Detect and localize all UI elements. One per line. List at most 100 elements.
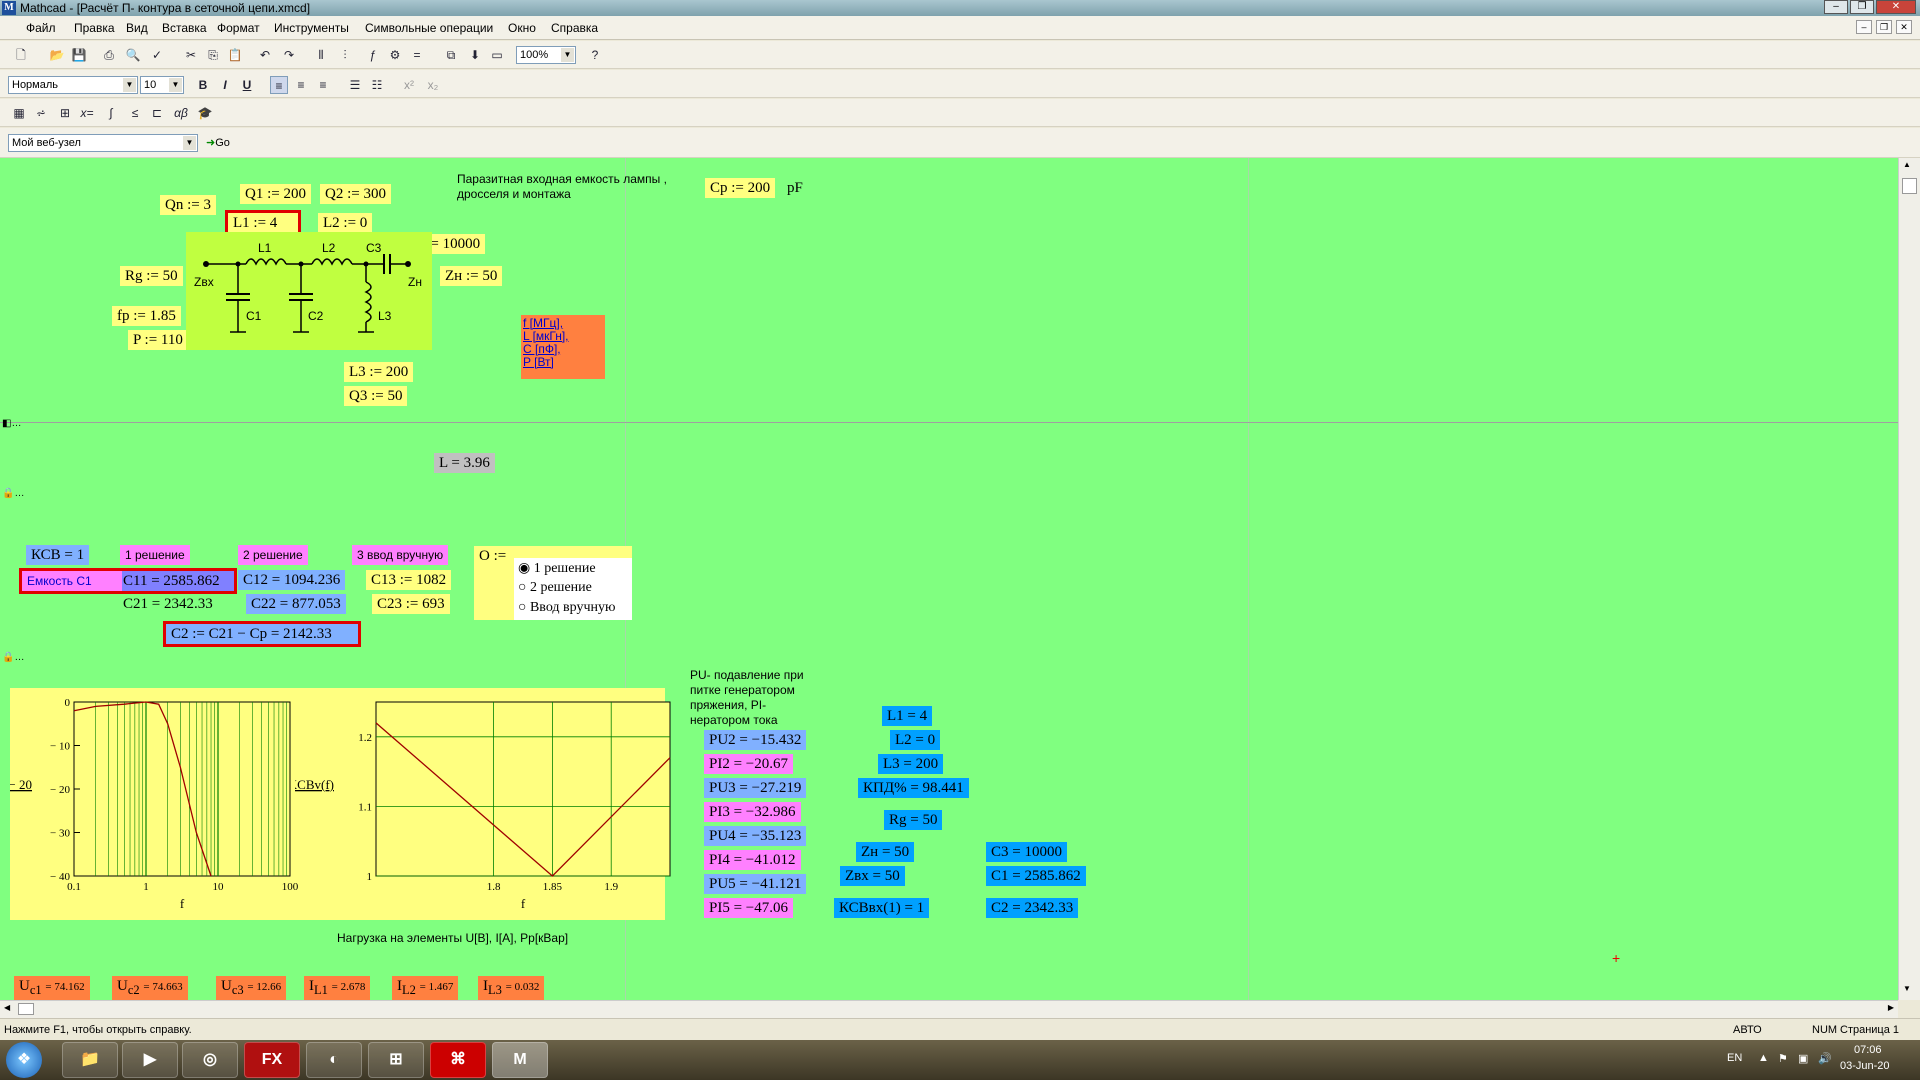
taskbar-acrobat-icon[interactable]: ⌘ xyxy=(430,1042,486,1078)
restore-button[interactable]: ❐ xyxy=(1850,0,1874,14)
c2-definition[interactable]: C2 := C21 − Cp = 2142.33 xyxy=(163,621,361,647)
tray-show-hidden-icon[interactable]: ▲ xyxy=(1758,1052,1769,1064)
load-uc2[interactable]: Uc2 = 74.663 xyxy=(112,976,188,1000)
pu3-result[interactable]: PU3 = −27.219 xyxy=(704,778,807,798)
align-left-icon[interactable]: ≡ xyxy=(270,76,288,94)
horizontal-scrollbar[interactable]: ◀ ▶ xyxy=(0,1000,1898,1018)
pi3-result[interactable]: PI3 = −32.986 xyxy=(704,802,801,822)
copy-icon[interactable]: ⎘ xyxy=(204,46,222,64)
new-icon[interactable]: 🗋 xyxy=(12,46,30,64)
rg-definition[interactable]: Rg := 50 xyxy=(120,266,183,286)
scroll-thumb[interactable] xyxy=(1902,178,1917,194)
c11-result[interactable]: C11 = 2585.862 xyxy=(118,571,225,591)
l1-definition[interactable]: L1 := 4 xyxy=(225,210,301,236)
evaluation-icon[interactable]: x= xyxy=(78,104,96,122)
menu-insert[interactable]: Вставка xyxy=(162,21,207,35)
pu2-result[interactable]: PU2 = −15.432 xyxy=(704,730,807,750)
fr-definition[interactable]: fp := 1.85 xyxy=(112,306,181,326)
taskbar-media-icon[interactable]: ▶ xyxy=(122,1042,178,1078)
lock-region-icon[interactable]: 🔒… xyxy=(2,652,24,664)
bold-button[interactable]: B xyxy=(194,76,212,94)
c13-definition[interactable]: C13 := 1082 xyxy=(366,570,452,590)
c21-result[interactable]: C21 = 2342.33 xyxy=(118,594,218,614)
load-uc1[interactable]: Uc1 = 74.162 xyxy=(14,976,90,1000)
radio-option-3[interactable]: ○ Ввод вручную xyxy=(518,600,615,616)
summary-c1[interactable]: C1 = 2585.862 xyxy=(986,866,1086,886)
programming-icon[interactable]: ⊏ xyxy=(148,104,166,122)
menu-window[interactable]: Окно xyxy=(508,21,536,35)
preview-icon[interactable]: 🔍 xyxy=(124,46,142,64)
calculate-icon[interactable]: = xyxy=(408,46,426,64)
summary-l2[interactable]: L2 = 0 xyxy=(890,730,941,750)
window-icon[interactable]: ▭ xyxy=(488,46,506,64)
align-down-icon[interactable]: ⫶ xyxy=(336,46,354,64)
c23-definition[interactable]: C23 := 693 xyxy=(372,594,450,614)
pi4-result[interactable]: PI4 = −41.012 xyxy=(704,850,801,870)
tray-language[interactable]: EN xyxy=(1727,1052,1742,1064)
ksv-result[interactable]: КСВ = 1 xyxy=(26,545,90,565)
minimize-button[interactable]: – xyxy=(1824,0,1848,14)
summary-zvx[interactable]: Zвх = 50 xyxy=(840,866,905,886)
tray-network-icon[interactable]: ▣ xyxy=(1798,1052,1808,1065)
parasitic-note[interactable]: Паразитная входная емкость лампы , дросс… xyxy=(457,172,697,202)
q2-definition[interactable]: Q2 := 300 xyxy=(320,184,391,204)
lock-region-icon[interactable]: 🔒… xyxy=(2,488,24,500)
align-center-icon[interactable]: ≡ xyxy=(292,76,310,94)
load-uc3[interactable]: Uc3 = 12.66 xyxy=(216,976,287,1000)
boolean-icon[interactable]: ≤ xyxy=(126,104,144,122)
taskbar-mathcad-icon[interactable]: M xyxy=(492,1042,548,1078)
vertical-scrollbar[interactable]: ▲ ▼ xyxy=(1898,158,1920,1000)
menu-tools[interactable]: Инструменты xyxy=(274,21,349,35)
radio-option-2[interactable]: ○ 2 решение xyxy=(518,580,592,596)
scroll-up-icon[interactable]: ▲ xyxy=(1903,160,1911,169)
summary-rg[interactable]: Rg = 50 xyxy=(884,810,943,830)
font-size-select[interactable]: 10 ▼ xyxy=(140,76,184,94)
components-icon[interactable]: ⧉ xyxy=(442,46,460,64)
pu5-result[interactable]: PU5 = −41.121 xyxy=(704,874,807,894)
go-button[interactable]: ➜Go xyxy=(206,136,230,149)
zoom-select[interactable]: 100% ▼ xyxy=(516,46,576,64)
menu-symbolics[interactable]: Символьные операции xyxy=(365,21,493,35)
spellcheck-icon[interactable]: ✓ xyxy=(148,46,166,64)
scroll-left-icon[interactable]: ◀ xyxy=(4,1003,10,1012)
greek-icon[interactable]: αβ xyxy=(172,104,190,122)
l3-definition[interactable]: L3 := 200 xyxy=(344,362,414,382)
cp-definition[interactable]: Cp := 200 xyxy=(705,178,776,198)
p-definition[interactable]: P := 110 xyxy=(128,330,188,350)
doc-restore-icon[interactable]: ❐ xyxy=(1876,20,1892,34)
tray-date[interactable]: 03-Jun-20 xyxy=(1840,1060,1890,1072)
summary-c2[interactable]: C2 = 2342.33 xyxy=(986,898,1079,918)
load-il1[interactable]: IL1 = 2.678 xyxy=(304,976,371,1000)
c22-result[interactable]: C22 = 877.053 xyxy=(246,594,346,614)
mathcad-app-icon[interactable]: M xyxy=(2,1,16,15)
italic-button[interactable]: I xyxy=(216,76,234,94)
vswr-chart[interactable]: 1.8 1.85 1.9 1 1.1 1.2 f KCBv(f) xyxy=(295,688,680,920)
taskbar-chrome-icon[interactable]: ◎ xyxy=(182,1042,238,1078)
style-select[interactable]: Нормаль ▼ xyxy=(8,76,138,94)
symbolic-icon[interactable]: 🎓 xyxy=(196,104,214,122)
scroll-down-icon[interactable]: ▼ xyxy=(1903,984,1911,993)
load-il2[interactable]: IL2 = 1.467 xyxy=(392,976,459,1000)
print-icon[interactable]: ⎙ xyxy=(100,46,118,64)
scroll-right-icon[interactable]: ▶ xyxy=(1888,1003,1894,1012)
units-note[interactable]: f [МГц], L [мкГн], C [пФ], P [Вт] xyxy=(521,315,605,379)
matrix-icon[interactable]: ⊞ xyxy=(56,104,74,122)
l2-definition[interactable]: L2 := 0 xyxy=(318,213,373,233)
pi2-result[interactable]: PI2 = −20.67 xyxy=(704,754,794,774)
summary-l1[interactable]: L1 = 4 xyxy=(882,706,933,726)
summary-kpd[interactable]: КПД% = 98.441 xyxy=(858,778,969,798)
tray-volume-icon[interactable]: 🔊 xyxy=(1818,1052,1832,1065)
tray-time[interactable]: 07:06 xyxy=(1854,1044,1882,1056)
pu-note[interactable]: PU- подавление при питке генератором пря… xyxy=(690,668,818,734)
redo-icon[interactable]: ↷ xyxy=(280,46,298,64)
subscript-icon[interactable]: x₂ xyxy=(424,76,442,94)
doc-minimize-icon[interactable]: – xyxy=(1856,20,1872,34)
solution-1-header[interactable]: 1 решение xyxy=(120,545,190,565)
taskbar-ccleaner-icon[interactable]: ◐ xyxy=(306,1042,362,1078)
superscript-icon[interactable]: x² xyxy=(400,76,418,94)
web-address-select[interactable]: Мой веб-узел ▼ xyxy=(8,134,198,152)
paste-icon[interactable]: 📋 xyxy=(226,46,244,64)
menu-file[interactable]: Файл xyxy=(26,21,56,35)
menu-help[interactable]: Справка xyxy=(551,21,598,35)
collapse-region-icon[interactable]: ◧… xyxy=(2,418,21,430)
